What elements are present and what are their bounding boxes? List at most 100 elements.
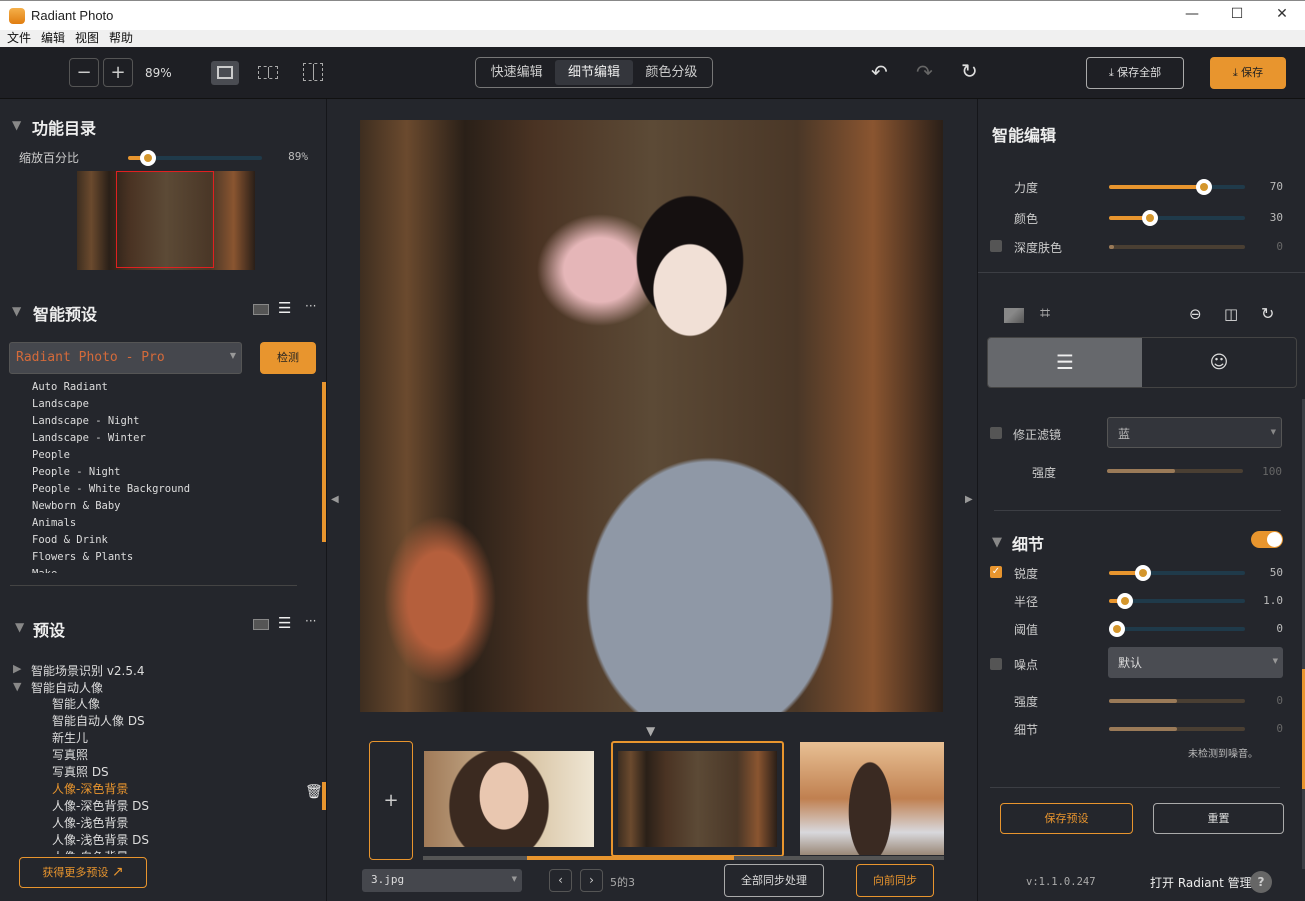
rotate-icon[interactable]: ↻ bbox=[1261, 304, 1274, 323]
preset-item[interactable]: 智能人像 bbox=[52, 696, 292, 713]
collapse-triangle-icon[interactable]: ▼ bbox=[992, 535, 1002, 550]
grid-view-icon[interactable] bbox=[253, 619, 269, 630]
slider[interactable] bbox=[1109, 699, 1245, 703]
sync-forward-button[interactable]: 向前同步 bbox=[856, 864, 934, 897]
scrollbar[interactable] bbox=[322, 382, 326, 542]
smart-preset-select[interactable]: Radiant Photo - Pro ▼ bbox=[9, 342, 242, 374]
zoom-out-button[interactable]: − bbox=[69, 58, 99, 87]
tab-color-grading[interactable]: 颜色分级 bbox=[633, 60, 710, 85]
collapse-triangle-icon[interactable]: ▼ bbox=[12, 118, 21, 132]
smart-preset-item[interactable]: Landscape - Night bbox=[32, 413, 302, 430]
slider[interactable] bbox=[1109, 179, 1245, 195]
preset-item[interactable]: 人像-浅色背景 bbox=[52, 815, 292, 832]
filter-checkbox[interactable] bbox=[990, 427, 1002, 439]
smart-preset-item[interactable]: Landscape - Winter bbox=[32, 430, 302, 447]
detail-toggle[interactable] bbox=[1251, 531, 1283, 548]
prev-image-button[interactable]: ‹ bbox=[549, 869, 572, 892]
noise-select[interactable]: 默认 ▼ bbox=[1108, 647, 1283, 678]
slider[interactable] bbox=[1109, 621, 1245, 637]
smart-preset-item[interactable]: People bbox=[32, 447, 302, 464]
trash-icon[interactable]: 🗑 bbox=[305, 784, 323, 800]
smart-preset-item[interactable]: People - Night bbox=[32, 464, 302, 481]
navigator-thumbnail[interactable] bbox=[77, 171, 255, 270]
smart-preset-item[interactable]: Food & Drink bbox=[32, 532, 302, 549]
more-icon[interactable]: ··· bbox=[305, 614, 316, 628]
checkbox[interactable]: ✓ bbox=[990, 566, 1002, 578]
menu-file[interactable]: 文件 bbox=[7, 30, 31, 47]
flip-horizontal-icon[interactable]: ◫ bbox=[1224, 305, 1238, 323]
compare-view-icon[interactable] bbox=[303, 63, 323, 81]
crop-icon[interactable]: ⌗ bbox=[1040, 303, 1050, 324]
filmstrip-thumbnail[interactable] bbox=[800, 742, 944, 855]
next-image-button[interactable]: › bbox=[580, 869, 603, 892]
detect-button[interactable]: 检测 bbox=[260, 342, 316, 374]
reset-button[interactable]: 重置 bbox=[1153, 803, 1284, 834]
portrait-icon[interactable]: ☺ bbox=[1142, 338, 1296, 387]
expand-triangle-icon[interactable]: ▶ bbox=[13, 662, 21, 675]
tab-quick-edit[interactable]: 快速编辑 bbox=[478, 60, 555, 85]
preset-item[interactable]: 人像-深色背景 bbox=[52, 781, 292, 798]
preset-item[interactable]: 人像-白色背景 bbox=[52, 849, 292, 854]
preset-item[interactable]: 人像-浅色背景 DS bbox=[52, 832, 292, 849]
preset-item[interactable]: 写真照 DS bbox=[52, 764, 292, 781]
smart-preset-item[interactable]: Make... bbox=[32, 566, 302, 573]
close-button[interactable]: ✕ bbox=[1272, 6, 1292, 22]
add-image-button[interactable]: + bbox=[369, 741, 413, 860]
filter-select[interactable]: 蓝 ▼ bbox=[1107, 417, 1282, 448]
slider[interactable] bbox=[1109, 727, 1245, 731]
smart-preset-item[interactable]: Auto Radiant bbox=[32, 379, 302, 396]
tab-detail-edit[interactable]: 细节编辑 bbox=[555, 60, 633, 85]
list-view-icon[interactable]: ☰ bbox=[278, 299, 291, 317]
split-view-icon[interactable] bbox=[258, 66, 278, 79]
maximize-button[interactable]: ☐ bbox=[1227, 6, 1247, 22]
smart-preset-item[interactable]: Flowers & Plants bbox=[32, 549, 302, 566]
help-button[interactable]: ? bbox=[1250, 871, 1272, 893]
smart-preset-item[interactable]: Landscape bbox=[32, 396, 302, 413]
slider[interactable] bbox=[1109, 565, 1245, 581]
sliders-icon[interactable]: ☰ bbox=[988, 338, 1142, 387]
scrollbar[interactable] bbox=[322, 782, 326, 810]
minimize-button[interactable]: — bbox=[1182, 6, 1202, 22]
smart-preset-item[interactable]: People - White Background bbox=[32, 481, 302, 498]
checkbox[interactable] bbox=[990, 240, 1002, 252]
menu-edit[interactable]: 编辑 bbox=[41, 30, 65, 47]
file-select[interactable]: 3.jpg ▼ bbox=[362, 869, 522, 892]
undo-icon[interactable]: ↶ bbox=[871, 60, 888, 84]
flip-vertical-icon[interactable]: ⊖ bbox=[1189, 305, 1202, 323]
get-more-presets-button[interactable]: 获得更多预设 ↗ bbox=[19, 857, 147, 888]
preset-item[interactable]: 人像-深色背景 DS bbox=[52, 798, 292, 815]
filmstrip-scrollbar[interactable] bbox=[423, 856, 944, 860]
redo-icon[interactable]: ↷ bbox=[916, 60, 933, 84]
collapse-triangle-icon[interactable]: ▼ bbox=[12, 304, 21, 318]
single-view-button[interactable] bbox=[211, 61, 239, 85]
preset-item[interactable]: 写真照 bbox=[52, 747, 292, 764]
save-all-button[interactable]: ⤓ 保存全部 bbox=[1086, 57, 1184, 89]
save-button[interactable]: ⤓ 保存 bbox=[1210, 57, 1286, 89]
sync-all-button[interactable]: 全部同步处理 bbox=[724, 864, 824, 897]
slider[interactable] bbox=[1109, 245, 1245, 249]
grid-view-icon[interactable] bbox=[253, 304, 269, 315]
slider[interactable] bbox=[1109, 593, 1245, 609]
more-icon[interactable]: ··· bbox=[305, 299, 316, 313]
preset-group[interactable]: 智能场景识别 v2.5.4 bbox=[31, 662, 144, 679]
zoom-in-button[interactable]: + bbox=[103, 58, 133, 87]
collapse-triangle-icon[interactable]: ▼ bbox=[13, 680, 21, 693]
smart-preset-item[interactable]: Animals bbox=[32, 515, 302, 532]
collapse-triangle-icon[interactable]: ▼ bbox=[15, 620, 24, 634]
preset-item[interactable]: 智能自动人像 DS bbox=[52, 713, 292, 730]
open-manager-link[interactable]: 打开 Radiant 管理 bbox=[1150, 874, 1252, 891]
filter-strength-slider[interactable] bbox=[1107, 469, 1243, 473]
collapse-right-icon[interactable]: ▶ bbox=[965, 494, 973, 505]
zoom-percent-slider[interactable] bbox=[128, 150, 262, 166]
collapse-left-icon[interactable]: ◀ bbox=[331, 494, 339, 505]
main-photo[interactable] bbox=[360, 120, 943, 712]
preset-group[interactable]: 智能自动人像 bbox=[31, 679, 103, 696]
menu-help[interactable]: 帮助 bbox=[109, 30, 133, 47]
slider[interactable] bbox=[1109, 210, 1245, 226]
save-preset-button[interactable]: 保存预设 bbox=[1000, 803, 1133, 834]
histogram-icon[interactable] bbox=[1004, 308, 1024, 323]
filmstrip-thumbnail[interactable] bbox=[424, 751, 594, 847]
list-view-icon[interactable]: ☰ bbox=[278, 614, 291, 632]
reset-icon[interactable]: ↻ bbox=[961, 59, 978, 83]
smart-preset-item[interactable]: Newborn & Baby bbox=[32, 498, 302, 515]
